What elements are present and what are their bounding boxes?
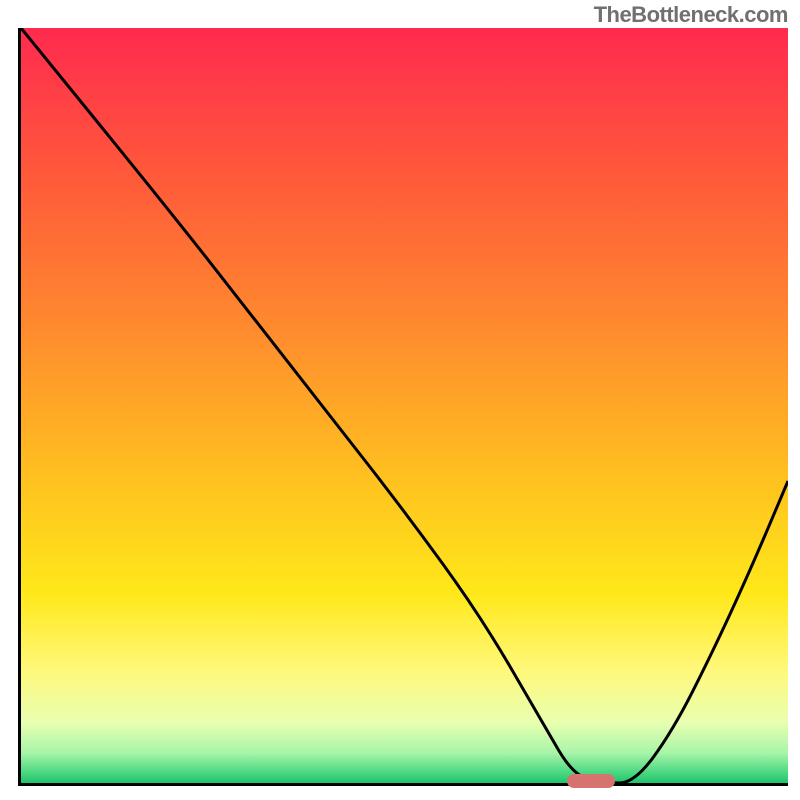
bottleneck-curve (21, 28, 788, 783)
optimal-marker (567, 774, 615, 788)
plot-area (18, 28, 788, 786)
watermark-text: TheBottleneck.com (594, 2, 788, 28)
